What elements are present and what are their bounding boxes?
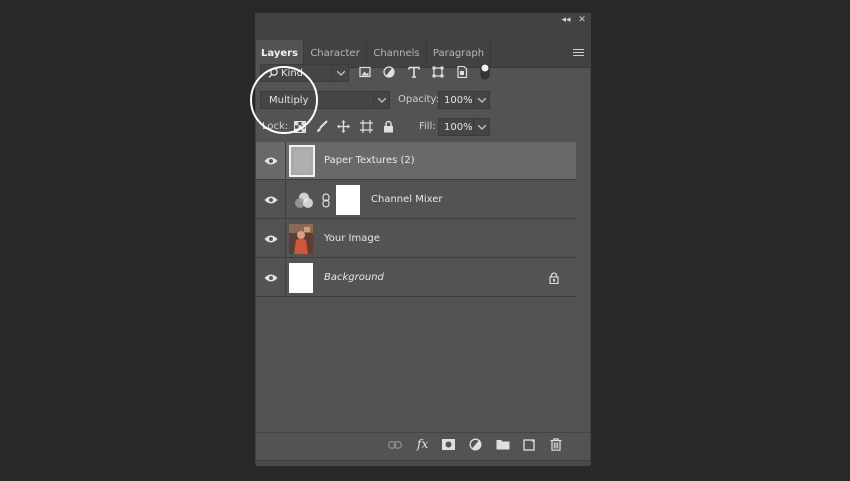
tab-character[interactable]: Character (304, 40, 367, 67)
new-adjustment-layer-icon[interactable] (469, 438, 482, 451)
layer-thumbnail[interactable] (289, 224, 313, 254)
panel-titlebar: ◂◂ ✕ (256, 14, 590, 27)
panel-tabs: Layers Character Channels Paragraph (256, 27, 590, 68)
adjustment-filter-icon[interactable] (383, 66, 395, 81)
layer-row[interactable]: Background (256, 259, 576, 297)
layer-name[interactable]: Your Image (324, 220, 380, 258)
opacity-field[interactable]: 100% (438, 91, 490, 109)
fx-icon[interactable]: fx (417, 437, 428, 451)
lock-icon[interactable] (549, 272, 559, 287)
link-layers-icon[interactable] (388, 441, 402, 449)
link-icon[interactable] (322, 193, 330, 211)
type-filter-icon[interactable] (408, 66, 420, 81)
new-group-icon[interactable] (496, 439, 510, 450)
layer-row[interactable]: Your Image (256, 220, 576, 258)
panel-menu-icon[interactable] (573, 49, 584, 58)
filter-toggle-icon[interactable] (480, 63, 490, 83)
chevron-down-icon (373, 92, 389, 108)
lock-artboard-icon[interactable] (360, 120, 373, 136)
channel-mixer-adjustment-icon[interactable] (294, 192, 314, 212)
layers-list: Paper Textures (2) Channel Mixer Your Im… (256, 142, 576, 298)
eye-icon (264, 157, 278, 165)
visibility-toggle[interactable] (256, 259, 286, 296)
add-mask-icon[interactable] (442, 439, 455, 450)
highlight-circle (250, 66, 318, 134)
photo-thumbnail-icon (289, 224, 313, 254)
eye-icon (264, 274, 278, 282)
layer-name[interactable]: Channel Mixer (371, 181, 443, 219)
chevron-down-icon (332, 65, 348, 81)
paper-texture-swatch (294, 150, 310, 172)
visibility-toggle[interactable] (256, 220, 286, 257)
smart-object-filter-icon[interactable] (456, 65, 468, 81)
chevron-down-icon[interactable] (473, 119, 489, 135)
eye-icon (264, 235, 278, 243)
shape-filter-icon[interactable] (432, 66, 444, 81)
opacity-value: 100% (444, 95, 473, 106)
new-layer-icon[interactable] (523, 438, 536, 451)
visibility-toggle[interactable] (256, 181, 286, 218)
collapse-icon[interactable]: ◂◂ (560, 14, 572, 27)
layer-mask-thumbnail[interactable] (336, 185, 360, 215)
chevron-down-icon[interactable] (473, 92, 489, 108)
scrollbar[interactable] (576, 142, 590, 432)
fill-value: 100% (444, 122, 473, 133)
close-icon[interactable]: ✕ (576, 14, 588, 27)
layer-name[interactable]: Background (324, 259, 384, 297)
lock-image-pixels-icon[interactable] (316, 120, 328, 136)
layer-name[interactable]: Paper Textures (2) (324, 142, 415, 180)
layer-row[interactable]: Paper Textures (2) (256, 142, 576, 180)
eye-icon (264, 196, 278, 204)
fill-label: Fill: (419, 121, 436, 132)
delete-layer-icon[interactable] (550, 438, 562, 451)
tab-channels[interactable]: Channels (367, 40, 427, 67)
fill-field[interactable]: 100% (438, 118, 490, 136)
panel-footer: fx (256, 432, 590, 461)
pixel-filter-icon[interactable] (359, 66, 371, 81)
layer-thumbnail[interactable] (289, 145, 315, 177)
panel-bottom-edge (256, 460, 590, 466)
lock-all-icon[interactable] (383, 120, 394, 136)
lock-position-icon[interactable] (337, 120, 350, 136)
layer-thumbnail[interactable] (289, 263, 313, 293)
visibility-toggle[interactable] (256, 142, 286, 179)
opacity-label: Opacity: (398, 94, 440, 105)
layer-row[interactable]: Channel Mixer (256, 181, 576, 219)
